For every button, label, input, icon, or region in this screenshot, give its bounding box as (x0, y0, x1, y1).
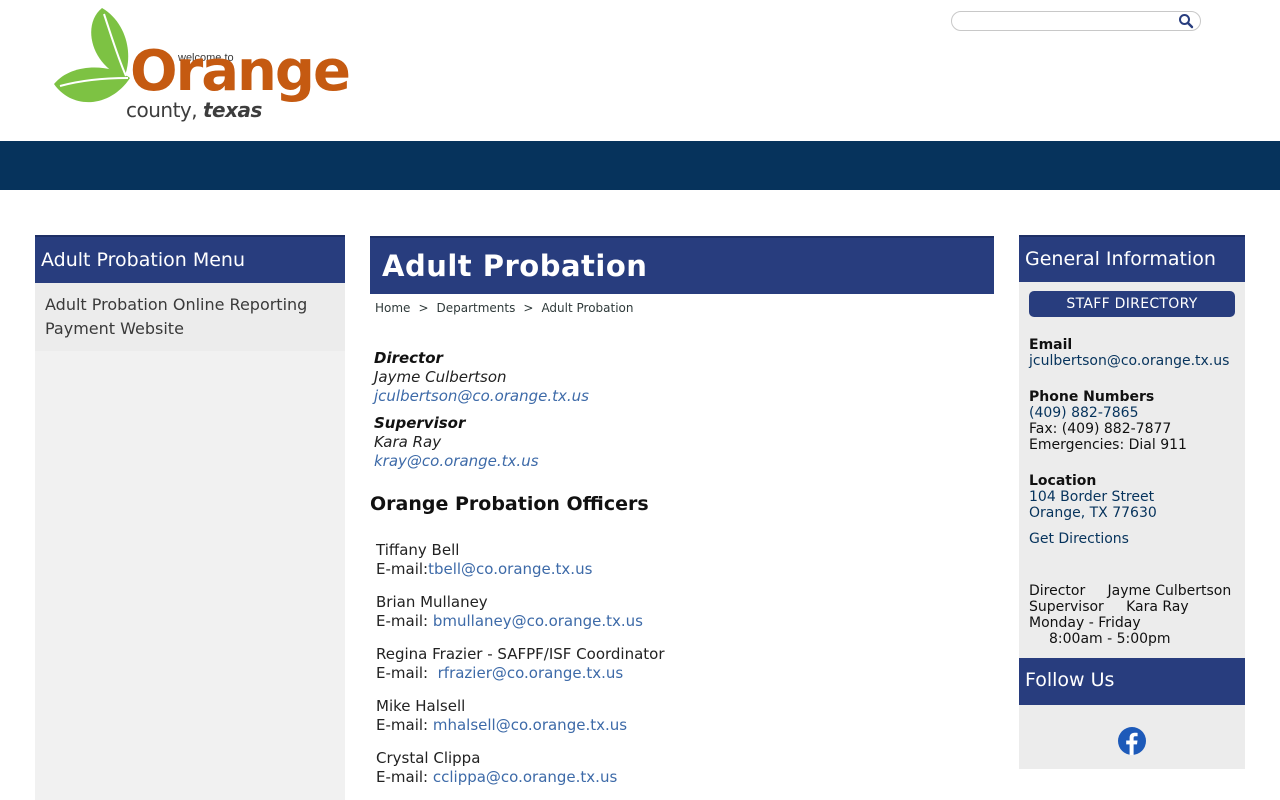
supervisor-label: Supervisor (1029, 599, 1104, 615)
director-label: Director (1029, 583, 1086, 599)
leadership-contacts: Director Jayme Culbertson jculbertson@co… (370, 349, 994, 471)
site-logo[interactable]: welcome to Orange county, texas (52, 4, 352, 128)
email-section: Email jculbertson@co.orange.tx.us (1029, 337, 1235, 369)
director-role: Director (374, 349, 443, 367)
list-item: Regina Frazier - SAFPF/ISF Coordinator E… (376, 645, 994, 697)
supervisor-email-link[interactable]: kray@co.orange.tx.us (374, 452, 539, 470)
supervisor-role: Supervisor (374, 414, 466, 432)
officer-name: Tiffany Bell (376, 541, 460, 559)
logo-county-text: county, texas (126, 98, 262, 122)
office-days: Monday - Friday (1029, 615, 1141, 631)
director-email-link[interactable]: jculbertson@co.orange.tx.us (374, 387, 589, 405)
location-label: Location (1029, 473, 1097, 489)
office-hours: 8:00am - 5:00pm (1049, 631, 1171, 647)
breadcrumb: Home > Departments > Adult Probation (370, 301, 994, 319)
emergency-text: Emergencies: Dial 911 (1029, 437, 1187, 453)
list-item: Mike Halsell E-mail: mhalsell@co.orange.… (376, 697, 994, 749)
officer-email-link[interactable]: cclippa@co.orange.tx.us (433, 768, 617, 786)
supervisor-block: Supervisor Kara Ray kray@co.orange.tx.us (374, 414, 994, 471)
street-address-link[interactable]: 104 Border Street (1029, 489, 1154, 505)
location-section: Location 104 Border Street Orange, TX 77… (1029, 473, 1235, 547)
search-input[interactable] (960, 14, 1180, 33)
left-menu-title: Adult Probation Menu (35, 235, 345, 283)
phone-label: Phone Numbers (1029, 389, 1155, 405)
search-box (951, 11, 1201, 33)
main-navigation-bar (0, 141, 1280, 190)
general-info-title: General Information (1019, 235, 1245, 282)
officer-name: Regina Frazier - SAFPF/ISF Coordinator (376, 645, 665, 663)
breadcrumb-current: Adult Probation (541, 301, 634, 315)
supervisor-row: Supervisor Kara Ray (1029, 599, 1235, 615)
menu-item-online-reporting[interactable]: Adult Probation Online Reporting Payment… (35, 283, 345, 351)
director-name: Jayme Culbertson (374, 368, 507, 386)
general-info-body: Email jculbertson@co.orange.tx.us Phone … (1019, 337, 1245, 647)
officer-name: Mike Halsell (376, 697, 466, 715)
search-icon[interactable] (1178, 13, 1194, 29)
officer-email-link[interactable]: tbell@co.orange.tx.us (428, 560, 592, 578)
breadcrumb-departments[interactable]: Departments (437, 301, 516, 315)
email-prefix: E-mail: (376, 560, 429, 578)
hours-section: Director Jayme Culbertson Supervisor Kar… (1029, 583, 1235, 647)
officers-heading: Orange Probation Officers (370, 493, 649, 515)
director-name: Jayme Culbertson (1107, 583, 1232, 599)
director-block: Director Jayme Culbertson jculbertson@co… (374, 349, 994, 406)
officers-list: Tiffany Bell E-mail:tbell@co.orange.tx.u… (370, 541, 994, 800)
list-item: Tiffany Bell E-mail:tbell@co.orange.tx.u… (376, 541, 994, 593)
email-prefix: E-mail: (376, 716, 433, 734)
fax-text: Fax: (409) 882-7877 (1029, 421, 1172, 437)
officer-email-link[interactable]: mhalsell@co.orange.tx.us (433, 716, 627, 734)
director-row: Director Jayme Culbertson (1029, 583, 1235, 599)
email-prefix: E-mail: (376, 664, 438, 682)
page-title: Adult Probation (382, 249, 648, 283)
phone-link[interactable]: (409) 882-7865 (1029, 405, 1139, 421)
breadcrumb-separator: > (523, 301, 534, 315)
officer-email-link[interactable]: bmullaney@co.orange.tx.us (433, 612, 643, 630)
officer-email-link[interactable]: rfrazier@co.orange.tx.us (438, 664, 624, 682)
logo-orange-text: Orange (130, 39, 351, 104)
city-address-link[interactable]: Orange, TX 77630 (1029, 505, 1157, 521)
list-item: Crystal Clippa E-mail: cclippa@co.orange… (376, 749, 994, 800)
email-prefix: E-mail: (376, 768, 433, 786)
list-item: Brian Mullaney E-mail: bmullaney@co.oran… (376, 593, 994, 645)
officer-name: Brian Mullaney (376, 593, 488, 611)
breadcrumb-home[interactable]: Home (375, 301, 410, 315)
right-sidebar: General Information STAFF DIRECTORY Emai… (1019, 235, 1245, 769)
phone-section: Phone Numbers (409) 882-7865 Fax: (409) … (1029, 389, 1235, 453)
email-prefix: E-mail: (376, 612, 433, 630)
breadcrumb-separator: > (418, 301, 429, 315)
staff-directory-button[interactable]: STAFF DIRECTORY (1029, 291, 1235, 317)
page-title-bar: Adult Probation (370, 236, 994, 294)
follow-us-title: Follow Us (1019, 658, 1245, 705)
email-label: Email (1029, 337, 1073, 353)
left-sidebar: Adult Probation Menu Adult Probation Onl… (35, 235, 345, 800)
site-header: welcome to Orange county, texas (0, 0, 1280, 141)
supervisor-name: Kara Ray (374, 433, 442, 451)
supervisor-name: Kara Ray (1126, 599, 1189, 615)
facebook-icon[interactable] (1117, 726, 1147, 756)
officer-name: Crystal Clippa (376, 749, 481, 767)
get-directions-link[interactable]: Get Directions (1029, 531, 1129, 547)
main-content: Adult Probation Home > Departments > Adult P… (370, 236, 994, 800)
info-email-link[interactable]: jculbertson@co.orange.tx.us (1029, 353, 1229, 369)
